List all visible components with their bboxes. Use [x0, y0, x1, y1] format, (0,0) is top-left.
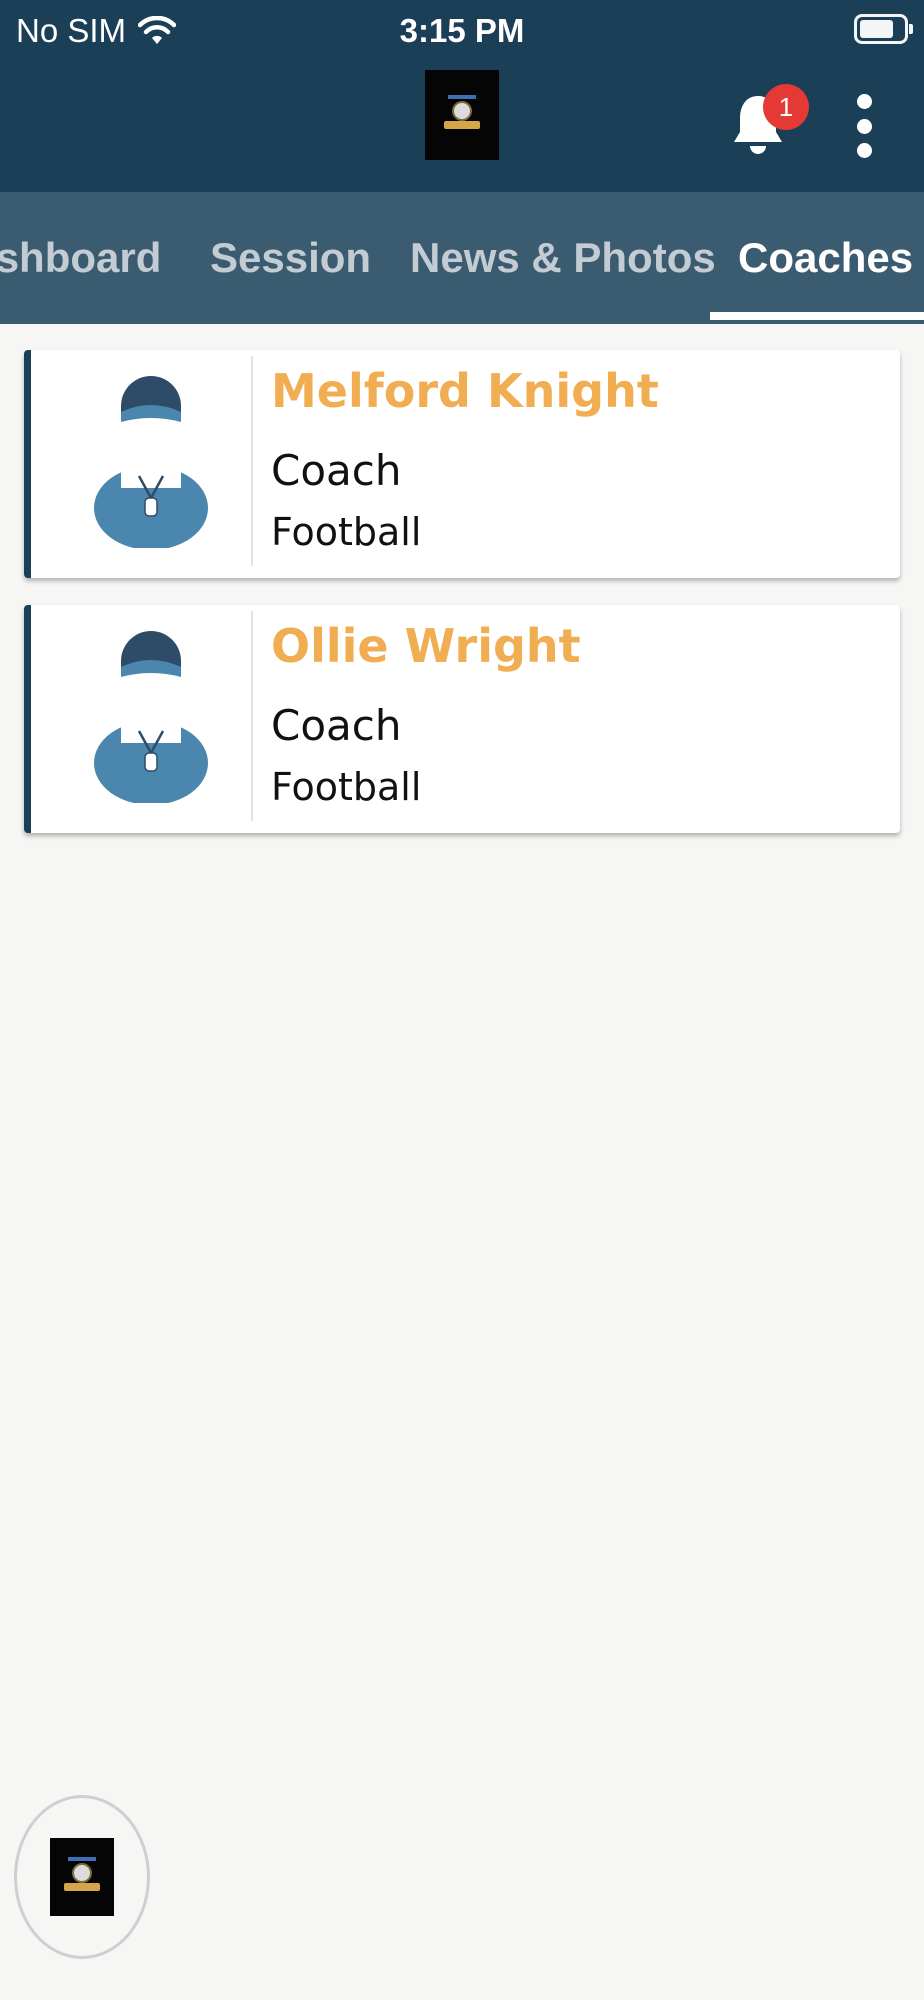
battery-icon	[854, 14, 913, 44]
tab-session[interactable]: Session	[210, 192, 371, 324]
club-logo	[50, 1838, 114, 1916]
coach-card[interactable]: Melford Knight Coach Football	[24, 350, 900, 578]
card-divider	[251, 611, 253, 821]
floating-logo-button[interactable]	[14, 1795, 150, 1959]
coach-avatar-icon	[94, 376, 208, 548]
coach-role: Coach	[271, 701, 402, 750]
active-tab-indicator	[710, 312, 924, 320]
card-divider	[251, 356, 253, 566]
coach-avatar-icon	[94, 631, 208, 803]
coach-role: Coach	[271, 446, 402, 495]
notification-badge: 1	[763, 84, 809, 130]
coach-sport: Football	[271, 510, 422, 554]
tab-coaches[interactable]: Coaches	[738, 192, 913, 324]
status-bar: No SIM 3:15 PM	[0, 0, 924, 62]
coach-name: Melford Knight	[271, 364, 659, 418]
coach-sport: Football	[271, 765, 422, 809]
more-vertical-icon[interactable]	[848, 94, 880, 158]
status-time: 3:15 PM	[399, 12, 525, 49]
tab-dashboard[interactable]: Dashboard	[0, 192, 161, 324]
club-logo[interactable]	[425, 70, 499, 160]
tab-bar: Dashboard Session News & Photos Coaches	[0, 192, 924, 324]
coach-name: Ollie Wright	[271, 619, 581, 673]
coach-card[interactable]: Ollie Wright Coach Football	[24, 605, 900, 833]
tab-news-photos[interactable]: News & Photos	[410, 192, 716, 324]
app-header: 1	[0, 62, 924, 192]
